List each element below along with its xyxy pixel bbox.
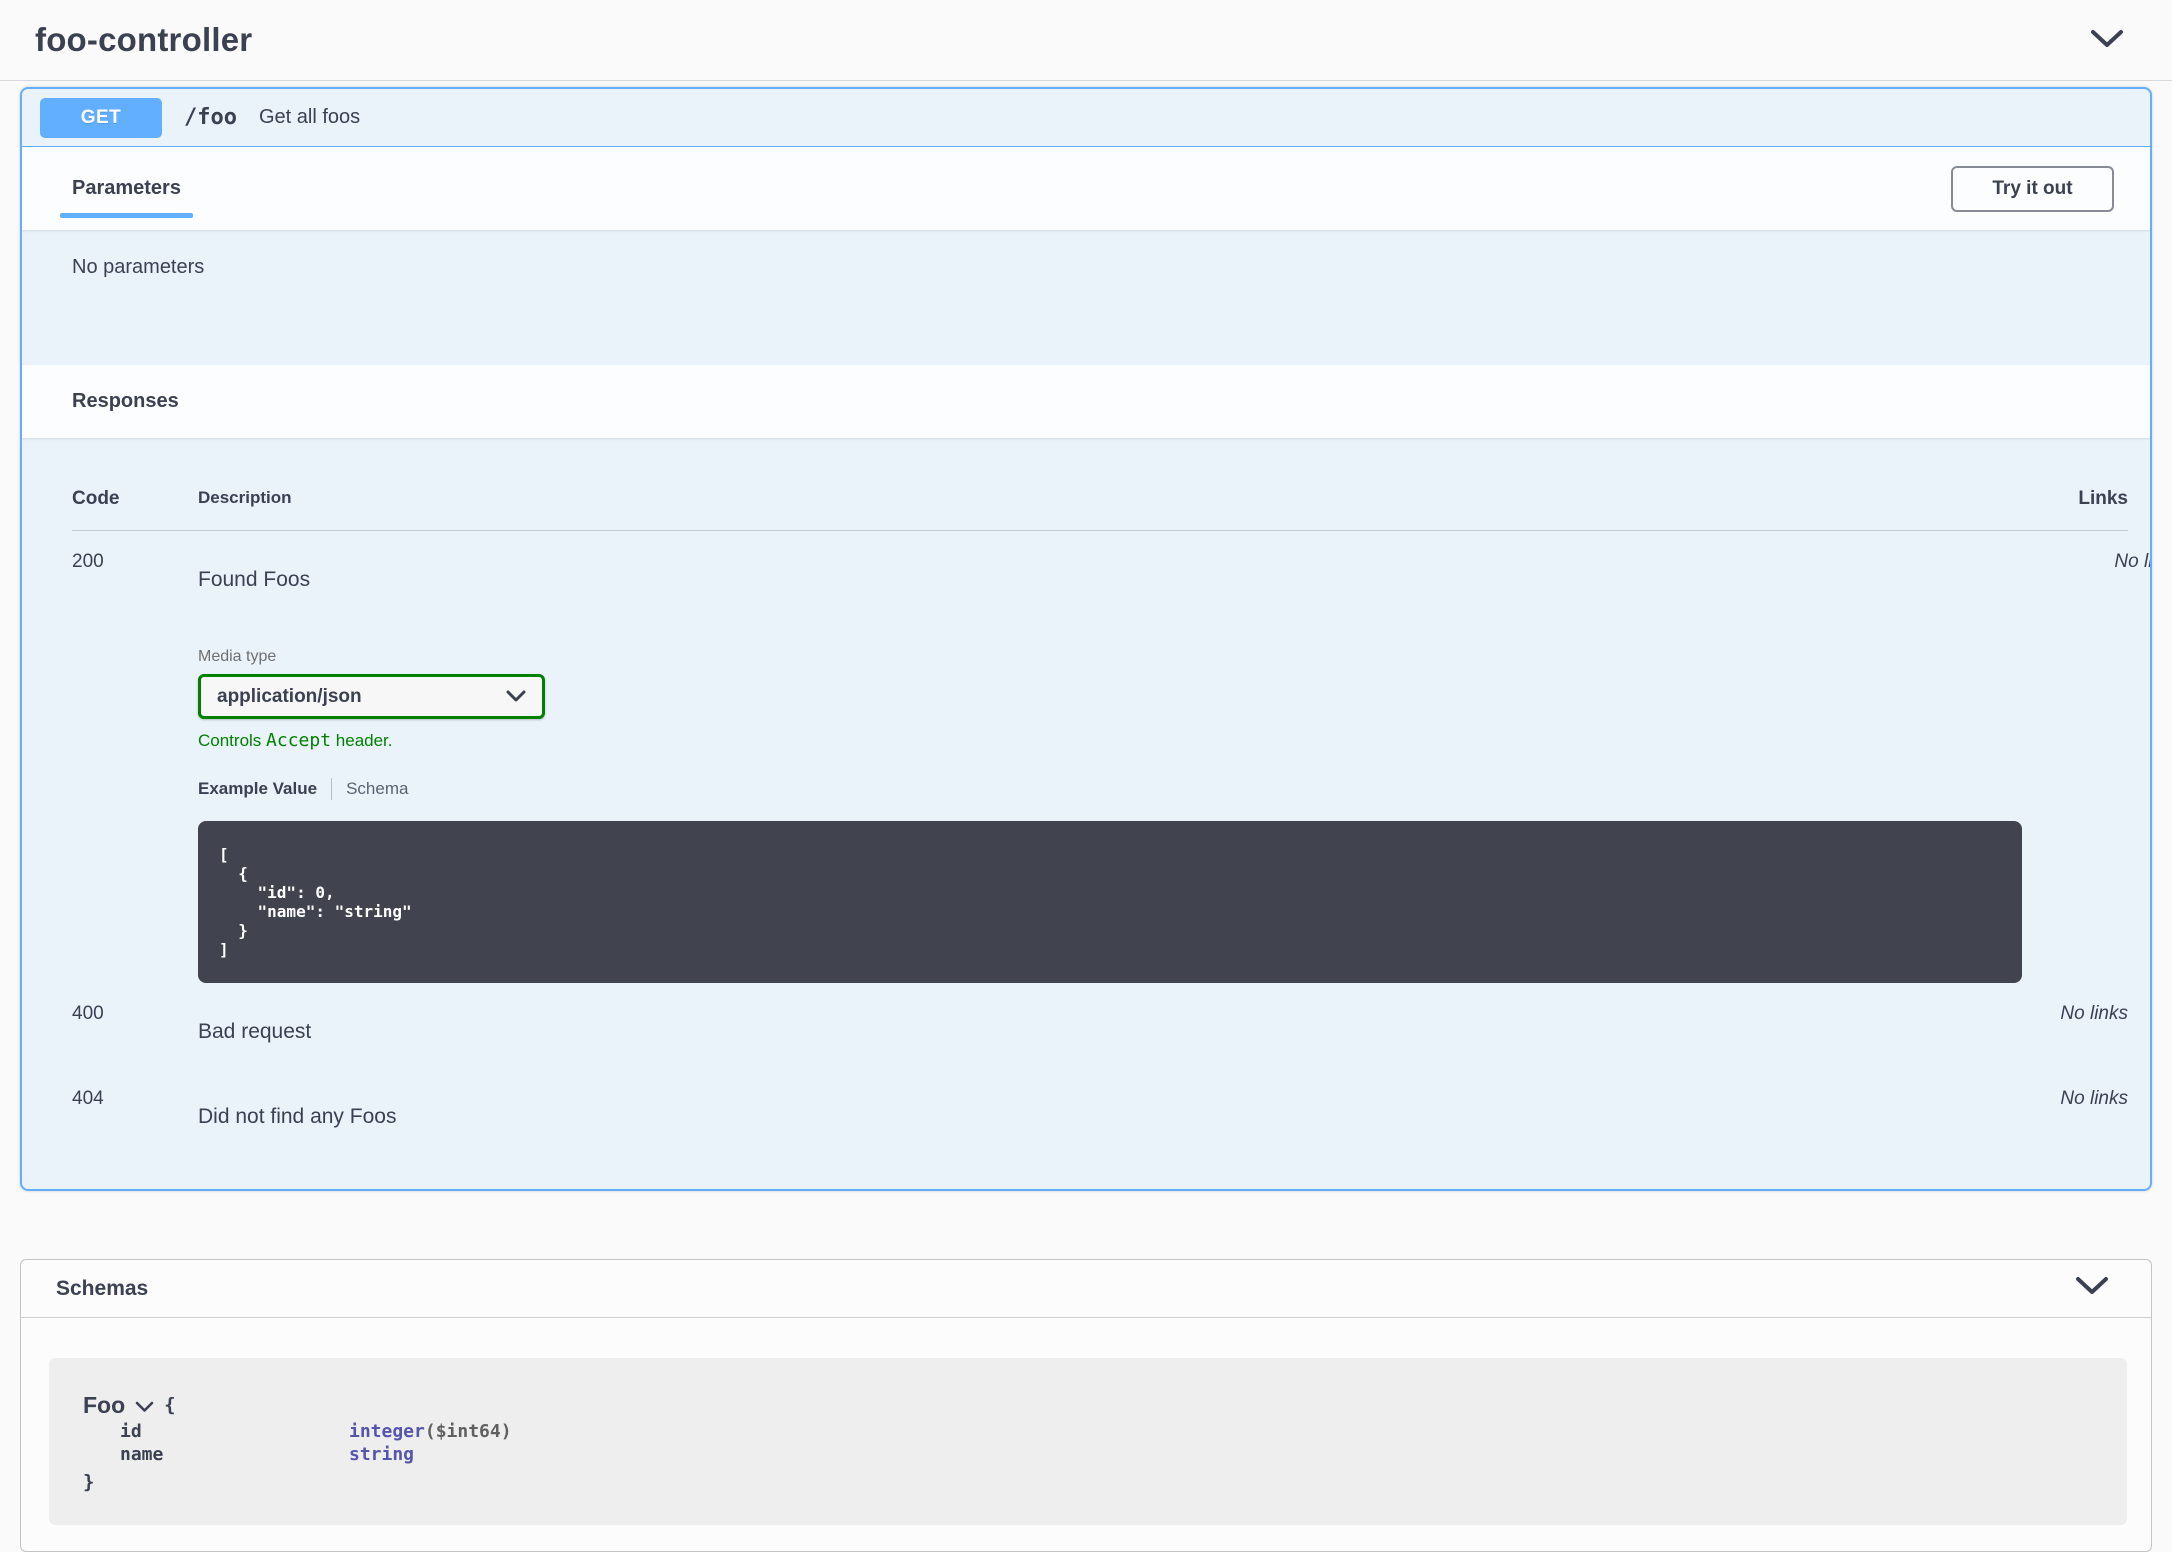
chevron-down-icon (2075, 1276, 2109, 1301)
property-name: id (120, 1421, 349, 1442)
tab-example-value[interactable]: Example Value (198, 779, 317, 799)
response-links: No links (1968, 1085, 2128, 1129)
http-method-badge: GET (40, 98, 162, 138)
example-json-block: [ { "id": 0, "name": "string" } ] (198, 821, 2022, 983)
response-row-400: 400 Bad request No links (72, 983, 2128, 1068)
try-it-out-button[interactable]: Try it out (1951, 166, 2114, 212)
model-foo-toggle[interactable]: Foo { (83, 1391, 2127, 1419)
response-description-cell: Found Foos Media type application/json C… (198, 548, 2022, 983)
response-row-404: 404 Did not find any Foos No links (72, 1068, 2128, 1189)
model-open-brace: { (164, 1394, 175, 1416)
chevron-down-icon (135, 1401, 154, 1413)
chevron-down-icon (506, 686, 526, 708)
response-description: Bad request (198, 1020, 1968, 1044)
collapse-controller-button[interactable] (2090, 29, 2124, 52)
example-schema-tabs: Example Value Schema (198, 778, 2022, 800)
operation-get-foo: GET /foo Get all foos Parameters Try it … (20, 87, 2152, 1191)
column-header-links: Links (1968, 488, 2128, 510)
property-type: string (349, 1444, 414, 1465)
media-type-select[interactable]: application/json (198, 674, 545, 719)
response-row-200: 200 Found Foos Media type application/js… (72, 531, 2128, 983)
response-code: 400 (72, 1000, 198, 1044)
media-type-label: Media type (198, 648, 2022, 666)
tab-schema[interactable]: Schema (346, 779, 408, 799)
column-header-description: Description (198, 488, 1968, 510)
model-property-id: id integer($int64) (83, 1421, 2127, 1442)
schemas-title: Schemas (56, 1277, 148, 1301)
accept-header-code: Accept (266, 730, 331, 751)
parameters-body: No parameters (22, 230, 2150, 365)
property-format: ($int64) (425, 1421, 512, 1442)
controller-header[interactable]: foo-controller (0, 0, 2172, 81)
responses-header: Responses (22, 365, 2150, 438)
model-close-brace: } (83, 1471, 94, 1493)
parameters-header: Parameters Try it out (22, 147, 2150, 230)
operation-summary[interactable]: GET /foo Get all foos (22, 89, 2150, 147)
operation-path[interactable]: /foo (184, 105, 237, 130)
tab-divider (331, 778, 332, 800)
chevron-down-icon (2090, 29, 2124, 52)
schemas-section: Schemas Foo { id integer($int64) name st… (20, 1259, 2152, 1552)
responses-title: Responses (72, 390, 179, 413)
controller-title: foo-controller (35, 21, 252, 59)
schemas-body: Foo { id integer($int64) name string } (21, 1318, 2151, 1551)
operation-summary-text: Get all foos (259, 106, 360, 129)
response-links: No links (2022, 548, 2152, 983)
responses-table-header: Code Description Links (72, 488, 2128, 531)
response-links: No links (1968, 1000, 2128, 1044)
response-code: 404 (72, 1085, 198, 1129)
response-description: Did not find any Foos (198, 1105, 1968, 1129)
no-parameters-text: No parameters (72, 256, 2150, 279)
property-type: integer (349, 1421, 425, 1442)
response-description: Found Foos (198, 568, 2022, 592)
model-close-brace-row: } (83, 1471, 2127, 1492)
response-code: 200 (72, 548, 198, 983)
schemas-header[interactable]: Schemas (21, 1260, 2151, 1318)
property-name: name (120, 1444, 349, 1465)
response-description-cell: Did not find any Foos (198, 1085, 1968, 1129)
tab-parameters: Parameters (60, 177, 193, 200)
model-foo: Foo { id integer($int64) name string } (49, 1358, 2127, 1525)
response-description-cell: Bad request (198, 1000, 1968, 1044)
accept-header-note: Controls Accept header. (198, 730, 2022, 751)
column-header-code: Code (72, 488, 198, 510)
model-name: Foo (83, 1392, 125, 1419)
responses-body: Code Description Links 200 Found Foos Me… (22, 438, 2150, 1189)
model-property-name: name string (83, 1444, 2127, 1465)
media-type-selected-value: application/json (217, 686, 362, 708)
